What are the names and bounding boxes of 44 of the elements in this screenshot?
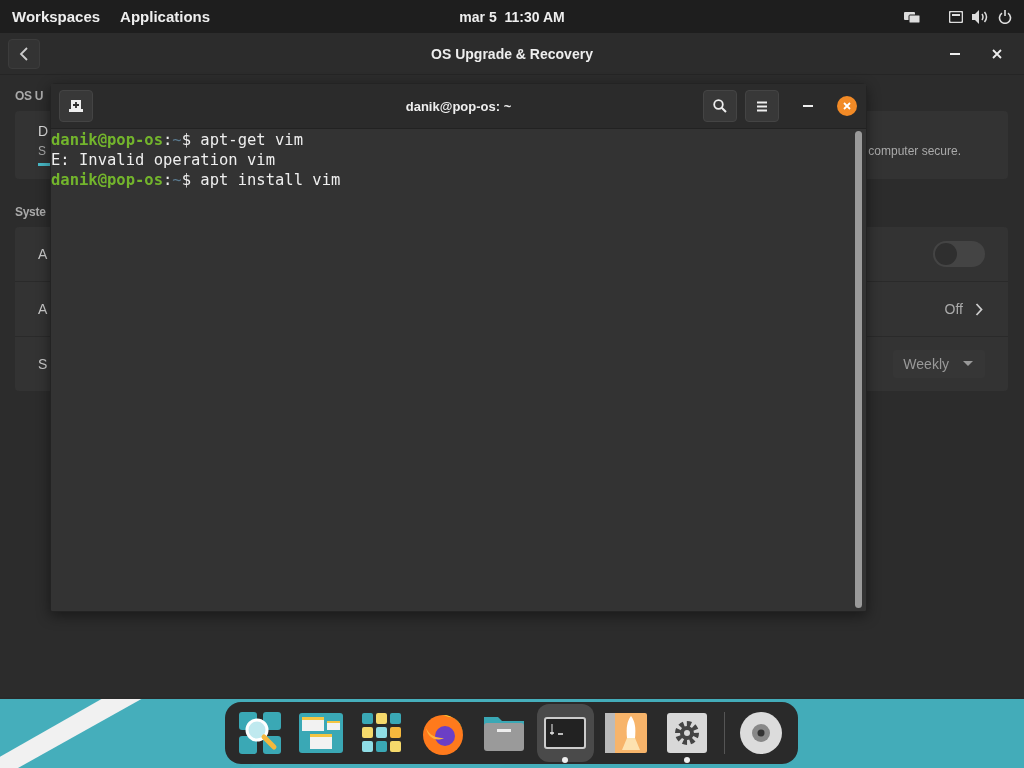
minimize-icon [950,52,960,55]
menu-icon [756,100,768,112]
menu-button[interactable] [745,90,779,122]
top-bar-button[interactable]: Applications [108,1,219,32]
windows-icon [298,713,343,753]
clock[interactable]: mar 5 11:30 AM [459,8,565,25]
search-button[interactable] [703,90,737,122]
row-description: S [38,143,46,160]
window-title: danik@pop-os: ~ [405,98,512,114]
terminal-line: E: Invalid operation vim [51,150,276,170]
value-link[interactable]: Off [944,301,985,317]
minimize-icon [803,105,813,107]
back-button[interactable] [8,38,40,69]
row-label: A [38,246,48,262]
terminal-icon [544,717,587,749]
terminal-line: danik@pop-os:~$ apt-get vim [51,130,304,150]
window-title: OS Upgrade & Recovery [431,45,593,62]
section-title: Syste [15,205,46,221]
terminal-line: danik@pop-os:~$ apt install vim [51,170,342,190]
top-bar-button[interactable]: Workspaces [0,1,109,32]
caret-icon [963,361,973,367]
new-tab-icon [69,100,83,112]
row-label: D [38,122,49,141]
close-icon [992,48,1002,59]
close-icon [842,101,852,111]
new-tab-button[interactable] [59,90,93,122]
scrollbar[interactable] [855,131,862,608]
rocket-icon [605,713,648,753]
volume-icon[interactable] [972,9,989,24]
dock-item[interactable] [536,704,594,762]
disc-icon [739,711,784,755]
row-label: S [38,356,48,372]
section-title: OS U [15,89,44,105]
close-button[interactable] [837,96,857,116]
magnifier-icon [236,710,283,756]
app-grid-icon [361,713,402,753]
power-icon[interactable] [998,9,1012,24]
row-description: computer secure. [868,143,961,160]
chevron-left-icon [19,46,29,61]
chevron-right-icon [975,302,983,316]
display-icon[interactable] [904,9,920,24]
row-label: A [38,301,48,317]
search-icon [713,99,727,113]
gear-icon [667,713,708,753]
